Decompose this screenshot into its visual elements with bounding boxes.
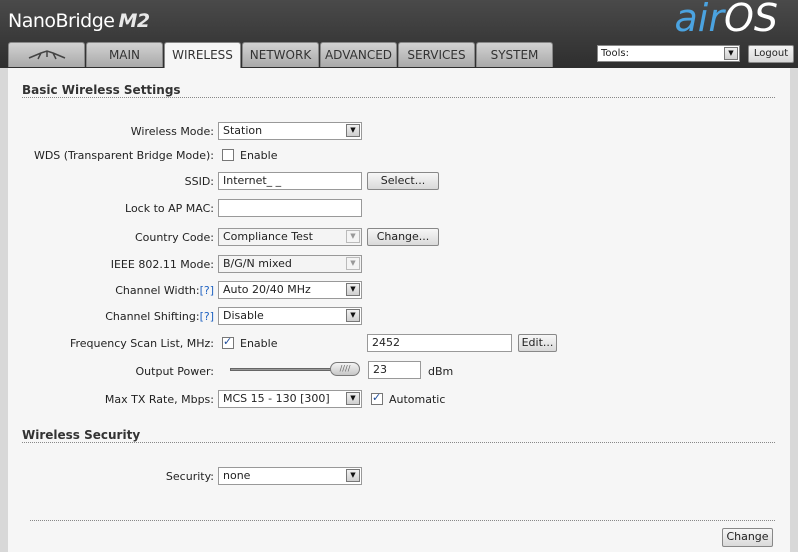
freq-scan-enable-label: Enable: [240, 337, 278, 350]
freq-scan-edit-button[interactable]: Edit...: [518, 334, 557, 352]
output-power-slider-handle[interactable]: ////: [330, 362, 360, 376]
ieee-mode-label: IEEE 802.11 Mode:: [110, 258, 214, 271]
airos-prefix: air: [674, 0, 724, 40]
wireless-mode-value: Station: [223, 124, 263, 137]
country-code-label: Country Code:: [134, 231, 214, 244]
change-button[interactable]: Change: [722, 528, 773, 547]
wireless-mode-label: Wireless Mode:: [130, 125, 214, 138]
ieee-mode-value: B/G/N mixed: [223, 257, 292, 270]
section-divider: [22, 442, 775, 443]
ieee-mode-select: B/G/N mixed ▼: [218, 255, 362, 273]
output-power-input[interactable]: 23: [368, 361, 421, 379]
wds-enable-label: Enable: [240, 149, 278, 162]
chevron-down-icon: ▼: [346, 392, 360, 405]
max-tx-automatic-checkbox[interactable]: [371, 391, 383, 405]
tools-select[interactable]: Tools: ▼: [597, 45, 740, 62]
ssid-label: SSID:: [184, 175, 214, 188]
wds-checkbox[interactable]: [222, 149, 234, 161]
channel-width-label: Channel Width:[?]: [115, 284, 214, 297]
section-divider: [22, 97, 775, 98]
tab-services[interactable]: SERVICES: [398, 42, 475, 67]
ssid-select-button[interactable]: Select...: [367, 172, 439, 190]
basic-wireless-title: Basic Wireless Settings: [22, 83, 181, 97]
lock-ap-mac-input[interactable]: [218, 199, 362, 217]
channel-width-label-text: Channel Width:: [115, 284, 200, 297]
ssid-input[interactable]: Internet_ _: [218, 172, 362, 190]
tab-advanced[interactable]: ADVANCED: [320, 42, 397, 67]
chevron-down-icon: ▼: [724, 47, 738, 60]
max-tx-automatic-label: Automatic: [389, 393, 446, 406]
brand-logo: NanoBridge M2: [8, 10, 150, 32]
channel-shifting-label: Channel Shifting:[?]: [105, 310, 214, 323]
wireless-mode-select[interactable]: Station ▼: [218, 122, 362, 140]
tab-network[interactable]: NETWORK: [242, 42, 319, 67]
right-border: [790, 68, 798, 552]
header-bar: NanoBridge M2 airOS™ MAIN WIRELESS NETWOR…: [0, 0, 798, 69]
country-code-select: Compliance Test ▼: [218, 228, 362, 246]
chevron-down-icon: ▼: [346, 469, 360, 482]
freq-scan-list-input[interactable]: 2452: [367, 334, 512, 352]
tab-wireless[interactable]: WIRELESS: [164, 42, 241, 69]
security-value: none: [223, 469, 251, 482]
max-tx-rate-value: MCS 15 - 130 [300]: [223, 392, 330, 405]
tab-main[interactable]: MAIN: [86, 42, 163, 67]
security-label: Security:: [165, 470, 214, 483]
tab-system[interactable]: SYSTEM: [476, 42, 553, 67]
wds-label: WDS (Transparent Bridge Mode):: [33, 149, 214, 162]
brand-model: M2: [118, 10, 150, 32]
wireless-security-title: Wireless Security: [22, 428, 141, 442]
left-border: [0, 68, 8, 552]
footer-divider: [30, 520, 775, 521]
airos-suffix: OS: [723, 0, 778, 40]
tools-select-value: Tools:: [601, 48, 630, 59]
country-change-button[interactable]: Change...: [367, 228, 439, 246]
chevron-down-icon: ▼: [346, 283, 360, 296]
airos-tm: ™: [778, 0, 786, 5]
security-select[interactable]: none ▼: [218, 467, 362, 485]
lock-ap-label: Lock to AP MAC:: [125, 202, 214, 215]
chevron-down-icon: ▼: [346, 257, 360, 270]
channel-width-help-link[interactable]: [?]: [200, 284, 214, 297]
output-power-unit: dBm: [428, 365, 454, 378]
chevron-down-icon: ▼: [346, 230, 360, 243]
max-tx-rate-label: Max TX Rate, Mbps:: [104, 393, 214, 406]
channel-width-value: Auto 20/40 MHz: [223, 283, 311, 296]
output-power-label: Output Power:: [135, 365, 214, 378]
ubnt-logo-icon: [28, 50, 65, 60]
chevron-down-icon: ▼: [346, 309, 360, 322]
max-tx-rate-select[interactable]: MCS 15 - 130 [300] ▼: [218, 390, 362, 408]
airos-logo: airOS™: [675, 0, 787, 40]
channel-shifting-label-text: Channel Shifting:: [105, 310, 200, 323]
tab-ubnt-logo[interactable]: [8, 42, 85, 67]
freq-scan-checkbox[interactable]: [222, 335, 234, 349]
chevron-down-icon: ▼: [346, 124, 360, 137]
tab-bar: MAIN WIRELESS NETWORK ADVANCED SERVICES …: [8, 42, 554, 69]
freq-scan-label: Frequency Scan List, MHz:: [69, 337, 214, 350]
channel-width-select[interactable]: Auto 20/40 MHz ▼: [218, 281, 362, 299]
brand-name: NanoBridge: [8, 10, 115, 32]
country-code-value: Compliance Test: [223, 230, 313, 243]
channel-shifting-help-link[interactable]: [?]: [200, 310, 214, 323]
channel-shifting-select[interactable]: Disable ▼: [218, 307, 362, 325]
logout-button[interactable]: Logout: [748, 45, 794, 63]
channel-shifting-value: Disable: [223, 309, 264, 322]
